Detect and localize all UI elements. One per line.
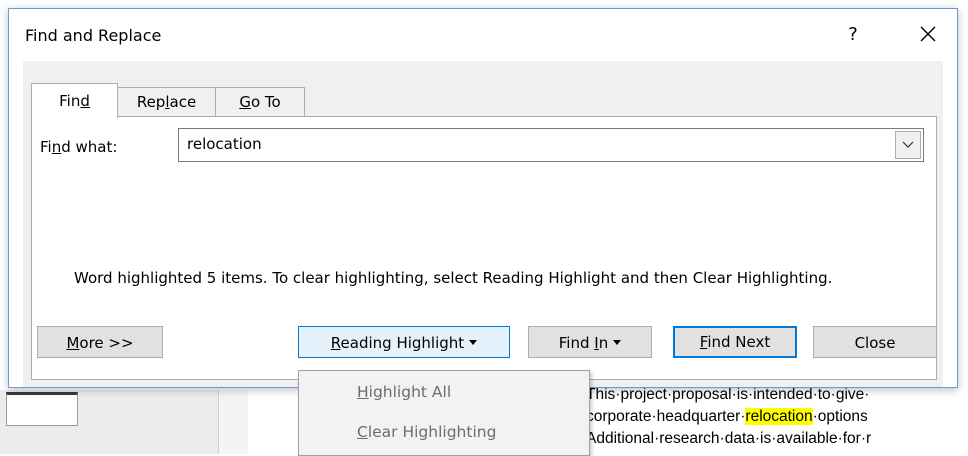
find-history-dropdown[interactable] [895,131,921,159]
dropdown-arrow-icon [613,340,622,345]
status-message: Word highlighted 5 items. To clear highl… [74,269,833,287]
tab-replace[interactable]: Replace [116,87,217,117]
menu-item-clear-highlighting[interactable]: Clear Highlighting [357,423,496,441]
dialog-title: Find and Replace [25,26,162,45]
find-what-combobox[interactable]: relocation [178,128,924,162]
find-in-button[interactable]: Find In [528,326,652,358]
find-what-label: Find what: [40,138,118,156]
nav-pane-item[interactable] [6,392,78,426]
document-text[interactable]: This·project·proposal·is·intended·to·giv… [586,384,968,454]
close-button[interactable]: Close [813,326,937,358]
find-what-input[interactable]: relocation [187,135,262,153]
reading-highlight-button[interactable]: Reading Highlight [298,326,510,358]
find-replace-dialog: Find and Replace ? Find Replace Go To Fi… [8,8,958,388]
document-line: corporate·headquarter·relocation·options [586,408,868,425]
highlighted-match: relocation [745,408,813,425]
title-bar[interactable]: Find and Replace ? [9,9,957,61]
find-next-button[interactable]: Find Next [673,326,797,358]
dialog-content: Find Replace Go To Find what: relocation… [23,61,943,387]
chevron-down-icon [902,141,914,148]
dropdown-arrow-icon [469,340,478,345]
tab-find[interactable]: Find [31,83,118,118]
document-line: Additional·research·data·is·available·fo… [586,430,872,447]
close-icon[interactable] [913,19,943,49]
reading-highlight-menu: Highlight All Clear Highlighting [298,370,590,456]
tab-go-to[interactable]: Go To [215,87,305,117]
help-button[interactable]: ? [841,21,865,49]
vertical-ruler [218,390,250,454]
menu-item-highlight-all[interactable]: Highlight All [357,383,451,401]
more-button[interactable]: More >> [37,326,163,358]
